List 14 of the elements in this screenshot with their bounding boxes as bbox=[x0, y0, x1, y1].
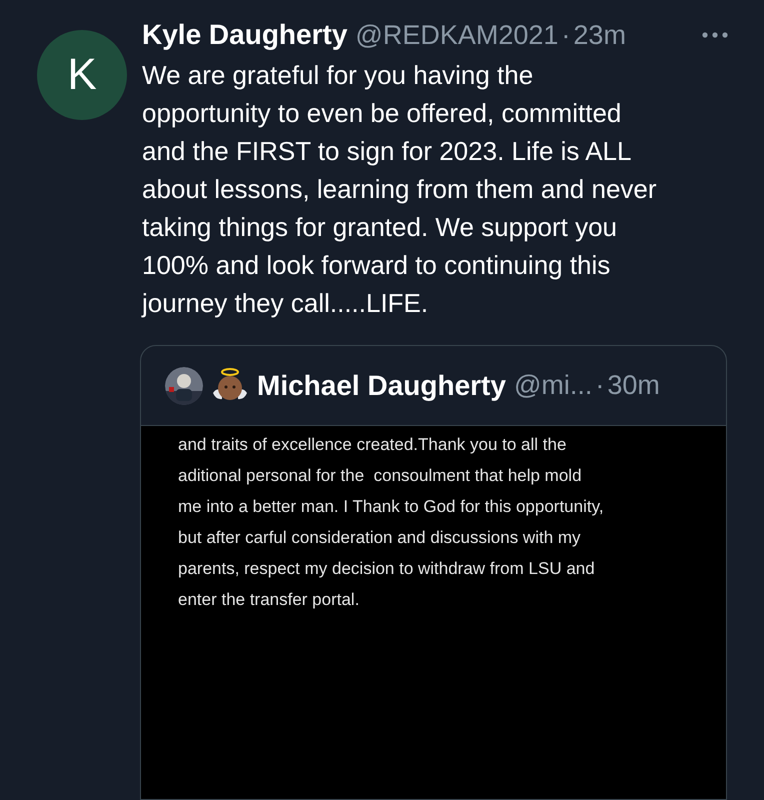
image-text: and traits of excellence created.Thank you to all the aditional personal for the consoulment that help mold me into a better man. I Thank to God for this opportunity, but after carful consideration and discussions with my parents, respect my decision to withdraw from LSU and enter the transfer portal. bbox=[178, 434, 605, 611]
timestamp[interactable]: 30m bbox=[607, 365, 660, 406]
timestamp[interactable]: 23m bbox=[573, 14, 626, 56]
quoted-author-handle: @mi... bbox=[514, 369, 592, 402]
quoted-author-name[interactable]: Michael Daugherty bbox=[257, 364, 506, 406]
quoted-image[interactable] bbox=[141, 425, 726, 799]
quoted-tweet-card[interactable] bbox=[140, 345, 727, 800]
author-handle: @REDKAM2021 bbox=[355, 18, 558, 52]
separator: · bbox=[595, 369, 604, 402]
tweet-text: We are grateful for you having the opportunity to even be offered, committed and the FIRST to sign for 2023. Life is ALL about lessons, learning from them and never taking things for granted. We support you 100% and look forward to continuing this journey they call.....LIFE. bbox=[142, 59, 658, 320]
avatar[interactable]: K bbox=[37, 30, 127, 120]
author-name[interactable]: Kyle Daugherty bbox=[142, 14, 348, 56]
separator: · bbox=[561, 18, 570, 52]
more-icon[interactable] bbox=[702, 32, 728, 38]
